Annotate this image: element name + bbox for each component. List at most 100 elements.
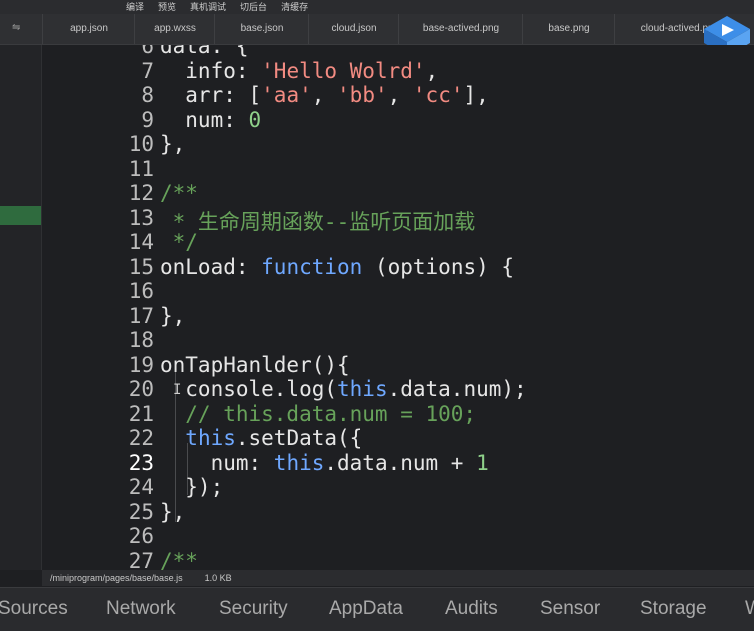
code-token: ],	[463, 83, 489, 107]
code-line[interactable]: 22 this.setData({	[42, 426, 754, 451]
compile-button[interactable]: 编译	[126, 0, 144, 14]
code-line[interactable]: 24 });	[42, 475, 754, 500]
line-number: 15	[128, 254, 154, 279]
tab-menu-icon[interactable]: ⇋	[12, 22, 20, 33]
code-line[interactable]: 10},	[42, 132, 754, 157]
file-path: /miniprogram/pages/base/base.js	[50, 573, 183, 583]
line-number: 19	[128, 352, 154, 377]
code-line[interactable]: 27 /**	[42, 549, 754, 571]
tab-base-actived-png[interactable]: base-actived.png	[398, 14, 523, 44]
line-number: 11	[128, 156, 154, 181]
tab-sensor[interactable]: Sensor	[540, 598, 600, 620]
line-number: 23	[128, 450, 154, 475]
tab-app-wxss[interactable]: app.wxss	[134, 14, 215, 44]
code-token: */	[160, 230, 198, 254]
code-line[interactable]: 8 arr: ['aa', 'bb', 'cc'],	[42, 83, 754, 108]
code-text: num: 0	[160, 108, 261, 132]
code-line[interactable]: 13 * 生命周期函数--监听页面加载	[42, 205, 754, 234]
code-line[interactable]: 15 onLoad: function (options) {	[42, 255, 754, 280]
devtools-tabbar: Sources Network Security AppData Audits …	[0, 587, 754, 631]
line-number: 21	[128, 401, 154, 426]
line-number: 25	[128, 499, 154, 524]
code-token: .data.num +	[324, 450, 477, 475]
code-line[interactable]: 26	[42, 524, 754, 549]
line-number: 16	[128, 279, 154, 303]
tab-more[interactable]: W	[745, 598, 754, 620]
line-number: 14	[128, 230, 154, 254]
line-number: 9	[141, 107, 154, 132]
toolbar-items: 编译 预览 真机调试 切后台 清缓存	[126, 0, 308, 14]
code-token: // this.data.num = 100;	[160, 401, 477, 426]
gutter-change-marker	[0, 206, 41, 225]
code-editor[interactable]: I 6 data: {7 info: 'Hello Wolrd', 8 arr: […	[42, 45, 754, 570]
code-token: this	[185, 426, 236, 450]
tab-network[interactable]: Network	[106, 598, 176, 620]
code-line[interactable]: 6 data: {	[42, 45, 754, 59]
code-line[interactable]: 18	[42, 328, 754, 353]
code-line[interactable]: 7 info: 'Hello Wolrd',	[42, 59, 754, 84]
line-number: 24	[128, 475, 154, 499]
code-token: });	[160, 475, 224, 499]
line-number: 26	[128, 524, 154, 548]
device-debug-button[interactable]: 真机调试	[190, 0, 226, 14]
code-token: num:	[160, 450, 274, 475]
code-token: (options) {	[362, 254, 515, 279]
code-token: this	[337, 377, 388, 401]
left-gutter	[0, 45, 42, 570]
preview-button[interactable]: 预览	[158, 0, 176, 14]
tab-appdata[interactable]: AppData	[329, 598, 403, 620]
code-text: },	[160, 132, 185, 156]
code-text: arr: ['aa', 'bb', 'cc'],	[160, 83, 489, 107]
tab-audits[interactable]: Audits	[445, 598, 498, 620]
code-line[interactable]: 19 onTapHanlder(){	[42, 353, 754, 378]
code-line[interactable]: 11	[42, 157, 754, 182]
code-token: /**	[160, 181, 198, 205]
code-line[interactable]: 12/**	[42, 181, 754, 206]
line-number: 22	[128, 426, 154, 450]
code-token: data: {	[160, 45, 249, 58]
line-number: 7	[141, 58, 154, 83]
code-token: 'bb'	[337, 83, 388, 107]
code-token: onLoad:	[160, 254, 262, 279]
code-token: .setData({	[235, 426, 363, 450]
code-line[interactable]: 16	[42, 279, 754, 304]
line-number: 20	[128, 377, 154, 401]
code-line[interactable]: 23 num: this.data.num + 1	[42, 451, 754, 476]
line-number: 12	[128, 181, 154, 205]
code-text: },	[160, 304, 185, 328]
code-text: data: {	[160, 45, 249, 58]
tab-sources[interactable]: Sources	[0, 598, 68, 620]
code-line[interactable]: 9 num: 0	[42, 108, 754, 133]
line-number: 13	[128, 205, 154, 230]
code-line[interactable]: 21 // this.data.num = 100;	[42, 402, 754, 427]
tab-cloud-json[interactable]: cloud.json	[308, 14, 399, 44]
code-token: ,	[387, 83, 413, 107]
line-number: 27	[128, 548, 154, 571]
code-token: },	[160, 303, 186, 328]
background-button[interactable]: 切后台	[240, 0, 267, 14]
code-text: console.log(this.data.num);	[160, 377, 527, 401]
code-token: },	[160, 132, 186, 156]
code-line[interactable]: 14 */	[42, 230, 754, 255]
code-token: 'cc'	[412, 83, 464, 107]
code-token: /**	[160, 548, 198, 571]
tab-base-png[interactable]: base.png	[522, 14, 615, 44]
line-number: 18	[128, 328, 154, 352]
code-token: .data.num);	[387, 377, 527, 401]
tab-app-json[interactable]: app.json	[42, 14, 135, 44]
line-number: 17	[128, 303, 154, 328]
code-token: 0	[248, 107, 262, 132]
tab-storage[interactable]: Storage	[640, 598, 707, 620]
code-token: console.log(	[160, 377, 338, 401]
code-text: /**	[160, 181, 198, 205]
tab-base-json[interactable]: base.json	[214, 14, 309, 44]
code-line[interactable]: 25},	[42, 500, 754, 525]
clear-cache-button[interactable]: 清缓存	[281, 0, 308, 14]
code-token: ,	[311, 83, 338, 107]
code-token: this	[273, 450, 325, 475]
code-line[interactable]: 17},	[42, 304, 754, 329]
code-line[interactable]: 20 console.log(this.data.num);	[42, 377, 754, 402]
tab-security[interactable]: Security	[219, 598, 288, 620]
file-tabbar: ⇋ app.json app.wxss base.json cloud.json…	[0, 14, 754, 56]
